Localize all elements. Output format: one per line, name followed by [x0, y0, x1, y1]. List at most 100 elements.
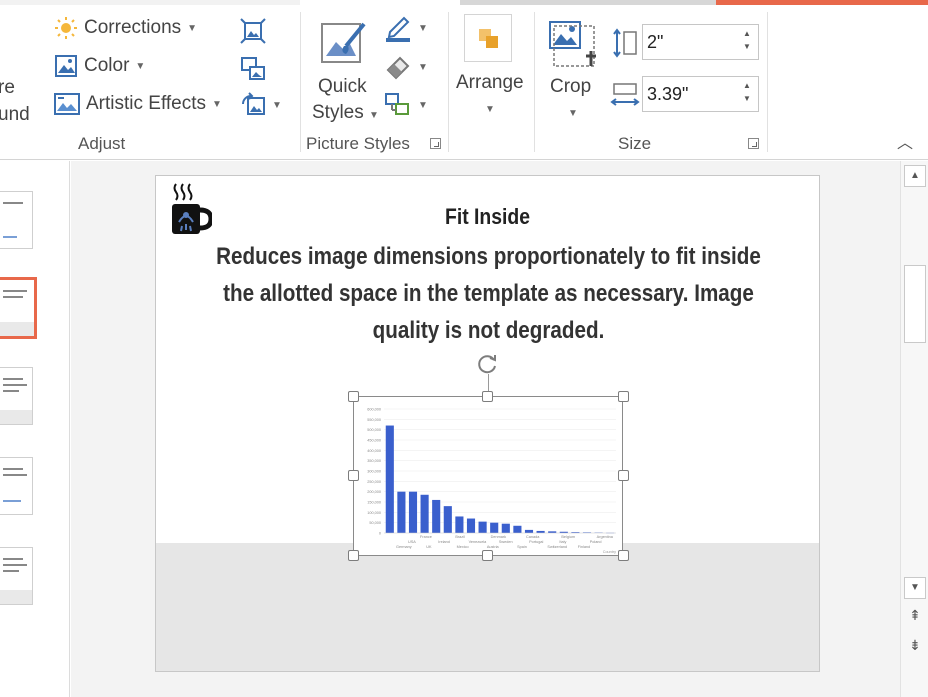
- slide-thumbnail[interactable]: [0, 367, 33, 425]
- compress-pictures-icon[interactable]: [240, 18, 266, 44]
- chevron-down-icon: ▼: [212, 98, 222, 110]
- chart-x-tick-label: Finland: [578, 545, 590, 549]
- chart-bar: [501, 523, 510, 533]
- remove-background-button[interactable]: re und: [0, 74, 30, 128]
- artistic-effects-label: Artistic Effects: [86, 93, 207, 114]
- reset-picture-icon: [242, 92, 265, 115]
- resize-handle-bottom-right[interactable]: [618, 550, 629, 561]
- chevron-down-icon: ▼: [272, 99, 282, 111]
- picture-layout-button[interactable]: ▼: [384, 92, 428, 118]
- chart-x-tick-label: Germany: [396, 545, 412, 549]
- previous-slide-icon[interactable]: ⇞: [906, 605, 924, 625]
- chart-bar: [432, 499, 441, 533]
- resize-handle-top-left[interactable]: [348, 391, 359, 402]
- chevron-down-icon: ▼: [485, 104, 495, 115]
- chevron-down-icon: ▼: [187, 22, 198, 34]
- selected-chart-picture[interactable]: 600,000 550,000 500,000 450,000 400,000 350,0…: [353, 396, 623, 556]
- rotate-handle-icon[interactable]: [476, 352, 500, 376]
- chart-x-tick-label: Denmark: [491, 535, 507, 539]
- scroll-down-icon[interactable]: ▼: [904, 577, 926, 599]
- quick-styles-label-line1: Quick: [318, 76, 367, 97]
- group-separator: [767, 12, 768, 152]
- shape-height-spinner[interactable]: 2" ▲ ▼: [642, 24, 759, 60]
- shape-width-spinner[interactable]: 3.39" ▲ ▼: [642, 76, 759, 112]
- picture-styles-dialog-launcher-icon[interactable]: [430, 138, 441, 149]
- chart-y-tick-label: 450,000: [367, 439, 381, 443]
- chart-y-tick-label: 600,000: [367, 408, 381, 412]
- slide-footer-band: [156, 543, 819, 671]
- chart-y-tick-label: 150,000: [367, 501, 381, 505]
- chart-bar: [466, 518, 476, 533]
- slide-thumbnail[interactable]: [0, 191, 33, 249]
- spinner-arrows-icon[interactable]: ▲ ▼: [742, 27, 752, 57]
- resize-handle-bottom[interactable]: [482, 550, 493, 561]
- resize-handle-bottom-left[interactable]: [348, 550, 359, 561]
- ribbon-top-accent: [0, 0, 928, 5]
- artistic-effects-button[interactable]: Artistic Effects ▼: [54, 92, 222, 116]
- quick-styles-label: Styles: [312, 102, 364, 123]
- chart-bar: [420, 494, 429, 533]
- quick-styles-label-line2: Styles ▼: [312, 102, 379, 124]
- chart-x-tick-label: Ireland: [438, 540, 450, 544]
- vertical-scrollbar[interactable]: ▲ ▼ ⇞ ⇟: [900, 161, 928, 697]
- scroll-up-icon[interactable]: ▲: [904, 165, 926, 187]
- slide-title[interactable]: Fit Inside: [196, 204, 779, 230]
- color-label: Color: [84, 55, 130, 76]
- chart-x-tick-label: Venezuela: [469, 540, 488, 544]
- crop-label: Crop: [550, 76, 592, 97]
- chart-y-tick-label: 500,000: [367, 428, 381, 432]
- collapse-ribbon-icon[interactable]: ︿: [895, 134, 915, 154]
- resize-handle-left[interactable]: [348, 470, 359, 481]
- chart-x-tick-label: Argentina: [597, 535, 614, 539]
- chevron-down-icon: ▼: [135, 60, 146, 72]
- chart-x-tick-label: France: [420, 535, 432, 539]
- arrange-button[interactable]: Arrange ▼: [454, 12, 526, 122]
- scrollbar-thumb[interactable]: [904, 265, 926, 343]
- slide-thumbnail[interactable]: [0, 547, 33, 605]
- picture-border-icon: [386, 16, 410, 42]
- resize-handle-top-right[interactable]: [618, 391, 629, 402]
- quick-styles-button[interactable]: Quick Styles ▼: [310, 16, 382, 128]
- chart-bar: [397, 491, 406, 533]
- resize-handle-right[interactable]: [618, 470, 629, 481]
- slide[interactable]: Fit Inside Reduces image dimensions prop…: [155, 175, 820, 672]
- picture-layout-icon: [385, 93, 409, 115]
- next-slide-icon[interactable]: ⇟: [906, 635, 924, 655]
- chart-y-tick-label: 0: [379, 532, 381, 536]
- change-picture-icon[interactable]: [240, 56, 266, 82]
- crop-icon: [549, 21, 596, 67]
- color-button[interactable]: Color ▼: [54, 54, 145, 78]
- chart-x-axis-label: Country: [603, 550, 616, 554]
- spinner-arrows-icon[interactable]: ▲ ▼: [742, 79, 752, 109]
- chart-x-tick-label: Spain: [517, 545, 527, 549]
- arrange-label: Arrange: [456, 72, 524, 93]
- chart-bar: [385, 425, 394, 533]
- adjust-group-label: Adjust: [78, 134, 126, 153]
- sun-icon: [55, 17, 77, 39]
- remove-background-label-line2: und: [0, 104, 30, 125]
- ribbon: re und Corrections ▼ Color ▼ Artistic Ef…: [0, 0, 928, 160]
- slide-thumbnail-selected[interactable]: [0, 277, 37, 339]
- chart-bar: [478, 521, 487, 533]
- reset-picture-button[interactable]: ▼: [240, 92, 282, 118]
- color-icon: [55, 55, 77, 77]
- picture-effects-button[interactable]: ▼: [384, 54, 428, 80]
- chart-x-tick-label: Sweden: [499, 540, 513, 544]
- shape-width-value: 3.39": [647, 84, 689, 104]
- size-dialog-launcher-icon[interactable]: [748, 138, 759, 149]
- slide-thumbnail[interactable]: [0, 457, 33, 515]
- quick-styles-icon: [321, 22, 366, 63]
- chart-bar: [524, 529, 534, 533]
- chart-bar: [443, 506, 452, 533]
- shape-height-icon: [613, 28, 637, 58]
- corrections-button[interactable]: Corrections ▼: [54, 16, 197, 40]
- crop-button[interactable]: Crop ▼: [544, 16, 604, 126]
- picture-border-button[interactable]: ▼: [384, 14, 428, 42]
- bar-chart: 600,000 550,000 500,000 450,000 400,000 350,0…: [367, 408, 616, 555]
- chart-x-tick-label: Mexico: [457, 545, 469, 549]
- chart-y-tick-label: 200,000: [367, 490, 381, 494]
- resize-handle-top[interactable]: [482, 391, 493, 402]
- chart-x-tick-label: Brazil: [455, 535, 465, 539]
- artistic-effects-icon: [54, 93, 80, 115]
- slide-description[interactable]: Reduces image dimensions proportionately…: [211, 238, 766, 349]
